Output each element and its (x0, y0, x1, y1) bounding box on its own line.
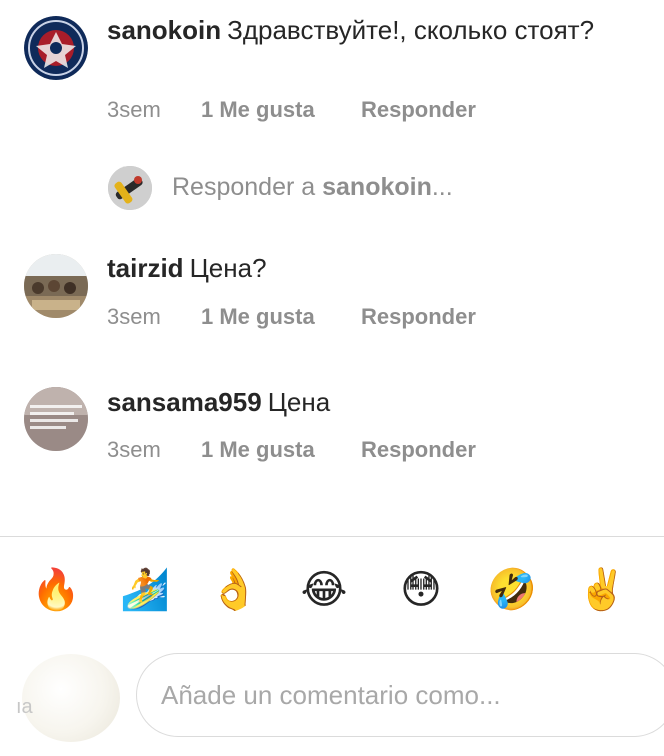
comment-time: 3sem (107, 97, 161, 122)
comment-input[interactable] (136, 653, 664, 737)
reply-button[interactable]: Responder (361, 97, 476, 123)
emoji-bar: 🔥 🏄 👌 😂 😳 🤣 ✌️ (0, 560, 664, 620)
comment-body: Здравствуйте!, сколько стоят? (227, 15, 595, 45)
surfer-emoji-icon[interactable]: 🏄 (117, 560, 173, 620)
reply-prompt-suffix: ... (431, 173, 453, 201)
comment-text: sanokoin Здравствуйте!, сколько стоят? (107, 14, 627, 47)
divider (0, 536, 664, 537)
comment-time: 3sem (107, 437, 161, 462)
avatar[interactable] (24, 16, 88, 80)
reply-button[interactable]: Responder (361, 304, 476, 330)
reply-prompt[interactable]: Responder a sanokoin... (108, 166, 648, 210)
comment-composer: ıа (0, 648, 664, 756)
comment-body: Цена? (189, 253, 267, 283)
avatar[interactable] (24, 387, 88, 451)
comment-likes[interactable]: 1 Me gusta (201, 437, 315, 463)
flushed-emoji-icon[interactable]: 😳 (393, 560, 449, 620)
joy-emoji-icon[interactable]: 😂 (296, 560, 352, 620)
avatar-mark: ıа (16, 696, 33, 718)
avatar (108, 166, 152, 210)
victory-hand-emoji-icon[interactable]: ✌️ (574, 560, 630, 620)
avatar[interactable] (24, 254, 88, 318)
reply-prompt-text: Responder a sanokoin... (172, 173, 453, 202)
comment-time: 3sem (107, 304, 161, 329)
reply-button[interactable]: Responder (361, 437, 476, 463)
comment-body: Цена (267, 387, 331, 417)
comment-text: sansama959 Цена (107, 386, 627, 419)
comment-text: tairzid Цена? (107, 252, 627, 285)
comment-likes[interactable]: 1 Me gusta (201, 304, 315, 330)
comment-username[interactable]: sanokoin (107, 15, 221, 45)
ok-hand-emoji-icon[interactable]: 👌 (206, 560, 262, 620)
reply-prompt-username: sanokoin (322, 173, 432, 201)
rofl-emoji-icon[interactable]: 🤣 (484, 560, 540, 620)
comment-likes[interactable]: 1 Me gusta (201, 97, 315, 123)
comment-username[interactable]: sansama959 (107, 387, 262, 417)
fire-emoji-icon[interactable]: 🔥 (28, 560, 84, 620)
reply-prompt-prefix: Responder a (172, 173, 323, 201)
avatar[interactable]: ıа (16, 654, 120, 742)
comment-username[interactable]: tairzid (107, 253, 184, 283)
